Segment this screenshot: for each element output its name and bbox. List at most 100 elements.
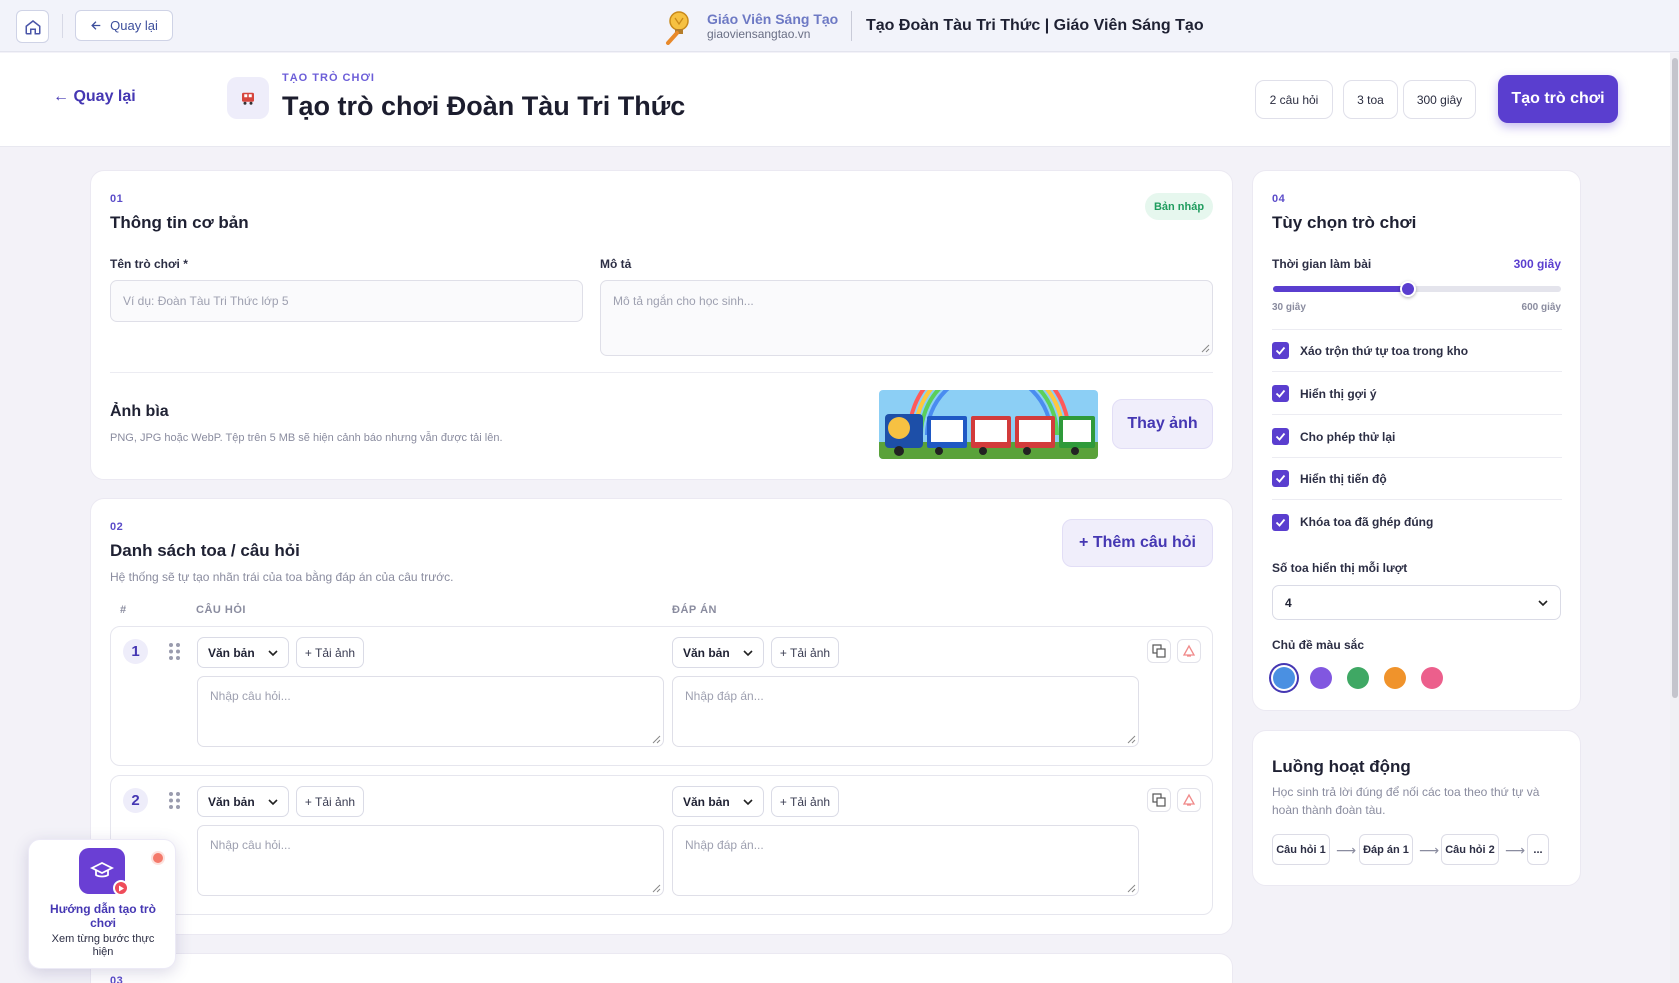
- option-label: Hiển thị gợi ý: [1300, 386, 1377, 401]
- column-header-index: #: [120, 604, 127, 616]
- answer-placeholder: Nhập đáp án...: [685, 689, 764, 703]
- flow-step: Câu hỏi 2: [1441, 834, 1499, 865]
- check-icon: [1275, 432, 1286, 441]
- create-game-button[interactable]: Tạo trò chơi: [1498, 75, 1618, 123]
- car-count-pill: 3 toa: [1343, 80, 1398, 119]
- time-label: Thời gian làm bài: [1272, 257, 1372, 271]
- question-upload-button[interactable]: + Tải ảnh: [296, 786, 364, 817]
- chevron-down-icon: [268, 798, 278, 805]
- delete-button[interactable]: [1177, 639, 1201, 663]
- checkbox-checked[interactable]: [1272, 385, 1289, 402]
- option-lock[interactable]: Khóa toa đã ghép đúng: [1272, 501, 1562, 543]
- resize-handle-icon[interactable]: [652, 884, 661, 893]
- check-icon: [1275, 474, 1286, 483]
- cars-per-turn-select[interactable]: 4: [1272, 585, 1561, 620]
- add-question-button[interactable]: + Thêm câu hỏi: [1062, 519, 1213, 567]
- resize-handle-icon[interactable]: [1201, 344, 1210, 353]
- answer-textarea[interactable]: Nhập đáp án...: [672, 825, 1139, 896]
- answer-type-select[interactable]: Văn bản: [672, 637, 764, 668]
- page-title: Tạo trò chơi Đoàn Tàu Tri Thức: [282, 91, 686, 121]
- answer-upload-button[interactable]: + Tải ảnh: [771, 786, 839, 817]
- answer-type-value: Văn bản: [683, 794, 730, 809]
- chevron-down-icon: [1538, 599, 1548, 606]
- divider: [62, 14, 63, 38]
- theme-swatch[interactable]: [1273, 667, 1295, 689]
- window-title: Tạo Đoàn Tàu Tri Thức | Giáo Viên Sáng T…: [866, 17, 1204, 34]
- duplicate-button[interactable]: [1147, 639, 1171, 663]
- name-label: Tên trò chơi *: [110, 257, 188, 271]
- notification-dot: [151, 851, 165, 865]
- duplicate-button[interactable]: [1147, 788, 1171, 812]
- theme-swatch[interactable]: [1347, 667, 1369, 689]
- time-slider[interactable]: [1273, 281, 1561, 297]
- home-button[interactable]: [16, 10, 49, 43]
- theme-swatch[interactable]: [1421, 667, 1443, 689]
- theme-swatch[interactable]: [1310, 667, 1332, 689]
- description-input[interactable]: Mô tả ngắn cho học sinh...: [600, 280, 1213, 356]
- column-header-question: CÂU HỎI: [196, 604, 246, 616]
- flow-step: Câu hỏi 1: [1272, 834, 1330, 865]
- drag-handle-icon[interactable]: [169, 643, 180, 660]
- divider: [851, 11, 852, 41]
- back-link[interactable]: ← Quay lại: [53, 88, 136, 106]
- answer-placeholder: Nhập đáp án...: [685, 838, 764, 852]
- play-icon: [113, 880, 129, 896]
- check-icon: [1275, 518, 1286, 527]
- question-row: 2 Văn bản + Tải ảnh Văn bản + Tải ảnh Nh…: [110, 775, 1213, 915]
- game-name-input[interactable]: Ví dụ: Đoàn Tàu Tri Thức lớp 5: [110, 280, 583, 322]
- answer-upload-button[interactable]: + Tải ảnh: [771, 637, 839, 668]
- resize-handle-icon[interactable]: [1127, 735, 1136, 744]
- description-placeholder: Mô tả ngắn cho học sinh...: [613, 294, 754, 308]
- chevron-down-icon: [743, 798, 753, 805]
- answer-type-select[interactable]: Văn bản: [672, 786, 764, 817]
- scrollbar-thumb[interactable]: [1672, 58, 1678, 698]
- option-retry[interactable]: Cho phép thử lại: [1272, 416, 1562, 458]
- next-section-card: [90, 953, 1233, 983]
- status-badge: Bản nháp: [1145, 193, 1213, 220]
- delete-button[interactable]: [1177, 788, 1201, 812]
- question-count-pill: 2 câu hỏi: [1255, 80, 1333, 119]
- resize-handle-icon[interactable]: [1127, 884, 1136, 893]
- trash-icon: [1182, 793, 1196, 806]
- chevron-down-icon: [743, 649, 753, 656]
- cover-hint: PNG, JPG hoặc WebP. Tệp trên 5 MB sẽ hiệ…: [110, 432, 503, 444]
- top-back-button[interactable]: Quay lại: [75, 10, 173, 41]
- question-type-select[interactable]: Văn bản: [197, 786, 289, 817]
- divider: [110, 372, 1213, 373]
- check-icon: [1275, 389, 1286, 398]
- time-max-label: 600 giây: [1521, 302, 1561, 313]
- option-progress[interactable]: Hiển thị tiến độ: [1272, 458, 1562, 500]
- arrow-right-icon: ⟶: [1419, 842, 1440, 858]
- page-eyebrow: TẠO TRÒ CHƠI: [282, 72, 375, 84]
- resize-handle-icon[interactable]: [652, 735, 661, 744]
- chevron-down-icon: [268, 649, 278, 656]
- option-label: Cho phép thử lại: [1300, 429, 1396, 444]
- page-header: ← Quay lại TẠO TRÒ CHƠI Tạo trò chơi Đoà…: [0, 53, 1670, 147]
- option-label: Hiển thị tiến độ: [1300, 471, 1387, 486]
- answer-textarea[interactable]: Nhập đáp án...: [672, 676, 1139, 747]
- time-value: 300 giây: [1513, 257, 1561, 271]
- checkbox-checked[interactable]: [1272, 428, 1289, 445]
- guide-widget[interactable]: Hướng dẫn tạo trò chơi Xem từng bước thự…: [28, 839, 176, 969]
- question-upload-button[interactable]: + Tải ảnh: [296, 637, 364, 668]
- option-hints[interactable]: Hiển thị gợi ý: [1272, 373, 1562, 415]
- change-image-button[interactable]: Thay ảnh: [1112, 399, 1213, 449]
- section-number: 02: [110, 521, 124, 533]
- theme-swatch[interactable]: [1384, 667, 1406, 689]
- checkbox-checked[interactable]: [1272, 342, 1289, 359]
- question-type-select[interactable]: Văn bản: [197, 637, 289, 668]
- trash-icon: [1182, 644, 1196, 657]
- option-shuffle[interactable]: Xáo trộn thứ tự toa trong kho: [1272, 330, 1562, 372]
- drag-handle-icon[interactable]: [169, 792, 180, 809]
- checkbox-checked[interactable]: [1272, 470, 1289, 487]
- cars-value: 4: [1285, 595, 1292, 610]
- section-number: 03: [110, 975, 124, 983]
- checkbox-checked[interactable]: [1272, 513, 1289, 531]
- section-number: 04: [1272, 193, 1286, 205]
- section-title: Tùy chọn trò chơi: [1272, 213, 1417, 232]
- question-textarea[interactable]: Nhập câu hỏi...: [197, 825, 664, 896]
- option-label: Khóa toa đã ghép đúng: [1300, 515, 1434, 529]
- section-title: Thông tin cơ bản: [110, 213, 249, 232]
- cars-label: Số toa hiển thị mỗi lượt: [1272, 561, 1408, 575]
- question-textarea[interactable]: Nhập câu hỏi...: [197, 676, 664, 747]
